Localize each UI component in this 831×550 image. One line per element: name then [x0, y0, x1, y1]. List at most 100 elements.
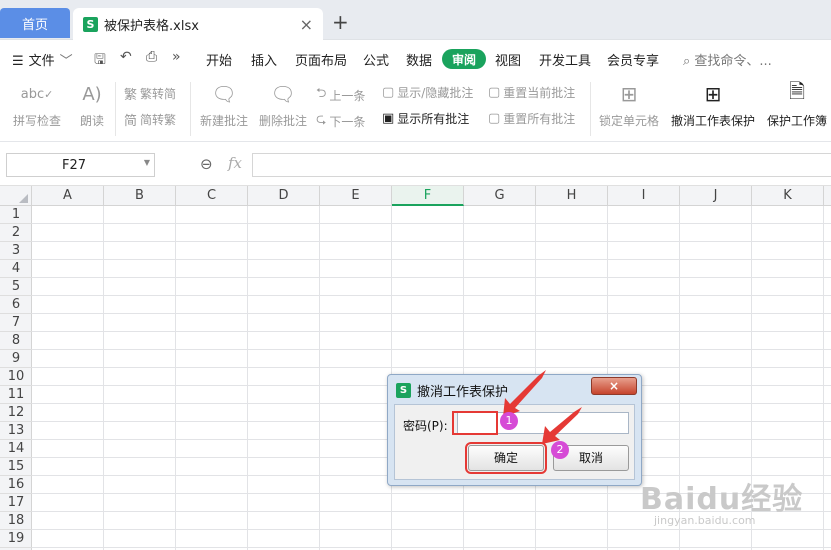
menu-start[interactable]: 开始	[206, 50, 232, 69]
row-header-12[interactable]: 12	[0, 404, 32, 422]
column-header-b[interactable]: B	[104, 186, 176, 206]
toggle-comments-button[interactable]: ▢ 显示/隐藏批注	[382, 84, 473, 101]
menu-review[interactable]: 审阅	[442, 49, 486, 69]
file-menu[interactable]: ☰ 文件 ﹀	[12, 50, 73, 69]
reset-all-comments-button[interactable]: ▢ 重置所有批注	[488, 110, 575, 127]
row-header-15[interactable]: 15	[0, 458, 32, 476]
new-comment-icon: 🗨	[211, 82, 237, 106]
column-header-e[interactable]: E	[320, 186, 392, 206]
menu-page-layout[interactable]: 页面布局	[295, 50, 347, 69]
row-header-10[interactable]: 10	[0, 368, 32, 386]
new-comment-label: 新建批注	[199, 114, 248, 128]
name-box[interactable]: F27 ▼	[6, 153, 155, 177]
column-header-a[interactable]: A	[32, 186, 104, 206]
close-tab-icon[interactable]: ×	[300, 15, 313, 34]
column-header-j[interactable]: J	[680, 186, 752, 206]
menu-formula[interactable]: 公式	[363, 50, 389, 69]
search-command[interactable]: ⌕ 查找命令、...	[683, 50, 772, 69]
undo-icon[interactable]: ↶	[120, 49, 132, 65]
menu-developer[interactable]: 开发工具	[539, 50, 591, 69]
ribbon-separator	[115, 82, 116, 136]
tab-file[interactable]: S 被保护表格.xlsx ×	[73, 8, 323, 40]
menu-view[interactable]: 视图	[495, 50, 521, 69]
next-comment-button[interactable]: ⮎ 下一条	[316, 110, 365, 132]
column-header: ABCDEFGHIJK	[0, 186, 831, 206]
chevron-down-icon: ﹀	[59, 54, 73, 69]
select-all-corner[interactable]	[0, 186, 32, 206]
row-header-3[interactable]: 3	[0, 242, 32, 260]
spell-check-button[interactable]: abc ✓ 拼写检查	[8, 80, 66, 129]
print-icon[interactable]: ⎙	[146, 49, 157, 65]
new-tab-button[interactable]: +	[332, 10, 349, 34]
prev-comment-icon: ⮌	[316, 86, 327, 101]
prev-comment-button[interactable]: ⮌ 上一条	[316, 84, 365, 106]
ok-button[interactable]: 确定	[465, 442, 547, 474]
column-header-d[interactable]: D	[248, 186, 320, 206]
dialog-close-button[interactable]: ×	[591, 377, 637, 395]
fx-icon[interactable]: fx	[228, 154, 242, 172]
protect-workbook-icon: 🗎	[788, 80, 806, 103]
delete-comment-label: 删除批注	[258, 114, 307, 128]
more-icon[interactable]: »	[172, 49, 181, 65]
column-header-c[interactable]: C	[176, 186, 248, 206]
lock-cell-icon: ⊞	[620, 82, 638, 106]
read-aloud-label: 朗读	[79, 114, 104, 128]
trad-to-simp-button[interactable]: 繁繁转简	[124, 84, 176, 103]
tab-home[interactable]: 首页	[0, 8, 70, 38]
show-all-comments-button[interactable]: ▣ 显示所有批注	[382, 110, 469, 127]
step-1-badge: 1	[500, 412, 518, 430]
menu-insert[interactable]: 插入	[251, 50, 277, 69]
row-header-16[interactable]: 16	[0, 476, 32, 494]
show-all-comments-label: 显示所有批注	[397, 112, 470, 126]
row-header-11[interactable]: 11	[0, 386, 32, 404]
reset-all-label: 重置所有批注	[503, 112, 576, 126]
row-header-17[interactable]: 17	[0, 494, 32, 512]
simp-trad-icon: 简	[124, 114, 138, 129]
row-header-18[interactable]: 18	[0, 512, 32, 530]
protect-workbook-button[interactable]: 🗎 保护工作簿	[764, 80, 830, 129]
toggle-comments-label: 显示/隐藏批注	[397, 86, 474, 100]
lock-cell-button[interactable]: ⊞ 锁定单元格	[598, 80, 660, 129]
column-header-i[interactable]: I	[608, 186, 680, 206]
new-comment-button[interactable]: 🗨 新建批注	[198, 80, 250, 129]
search-icon: ⌕	[683, 54, 691, 69]
column-header-k[interactable]: K	[752, 186, 824, 206]
protect-workbook-label: 保护工作簿	[766, 114, 827, 128]
save-icon[interactable]: 🖫	[94, 49, 106, 73]
tab-bar: 首页 S 被保护表格.xlsx × +	[0, 0, 831, 40]
row-header-14[interactable]: 14	[0, 440, 32, 458]
simp-to-trad-button[interactable]: 简简转繁	[124, 110, 176, 129]
row-header-1[interactable]: 1	[0, 206, 32, 224]
row-header-13[interactable]: 13	[0, 422, 32, 440]
step-2-badge: 2	[551, 441, 569, 459]
row-header-19[interactable]: 19	[0, 530, 32, 548]
menu-member[interactable]: 会员专享	[607, 50, 659, 69]
zoom-icon[interactable]: ⊖	[200, 155, 213, 173]
row-header-5[interactable]: 5	[0, 278, 32, 296]
row-header-9[interactable]: 9	[0, 350, 32, 368]
column-header-h[interactable]: H	[536, 186, 608, 206]
simp-to-trad-label: 简转繁	[140, 113, 177, 127]
reset-current-label: 重置当前批注	[503, 86, 576, 100]
delete-comment-button[interactable]: 🗨 删除批注	[257, 80, 309, 129]
column-header-g[interactable]: G	[464, 186, 536, 206]
watermark-url: jingyan.baidu.com	[654, 514, 756, 527]
row-header-4[interactable]: 4	[0, 260, 32, 278]
reset-current-comment-button[interactable]: ▢ 重置当前批注	[488, 84, 575, 101]
spell-check-label: 拼写检查	[12, 114, 61, 128]
trad-simp-icon: 繁	[124, 88, 138, 103]
column-header-f[interactable]: F	[392, 186, 464, 206]
file-menu-label: 文件	[28, 54, 55, 69]
chevron-down-icon[interactable]: ▼	[144, 158, 150, 167]
row-header-6[interactable]: 6	[0, 296, 32, 314]
formula-input[interactable]	[252, 153, 831, 177]
unprotect-sheet-button[interactable]: ⊞ 撤消工作表保护	[670, 80, 756, 129]
row-header-7[interactable]: 7	[0, 314, 32, 332]
dialog-title: 撤消工作表保护	[417, 385, 509, 400]
row-header-8[interactable]: 8	[0, 332, 32, 350]
unprotect-sheet-icon: ⊞	[704, 82, 722, 106]
ribbon: abc ✓ 拼写检查 A) 朗读 繁繁转简 简简转繁 🗨 新建批注 🗨 删除批注 …	[0, 76, 831, 142]
menu-data[interactable]: 数据	[406, 50, 432, 69]
row-header-2[interactable]: 2	[0, 224, 32, 242]
read-aloud-button[interactable]: A) 朗读	[74, 80, 110, 129]
